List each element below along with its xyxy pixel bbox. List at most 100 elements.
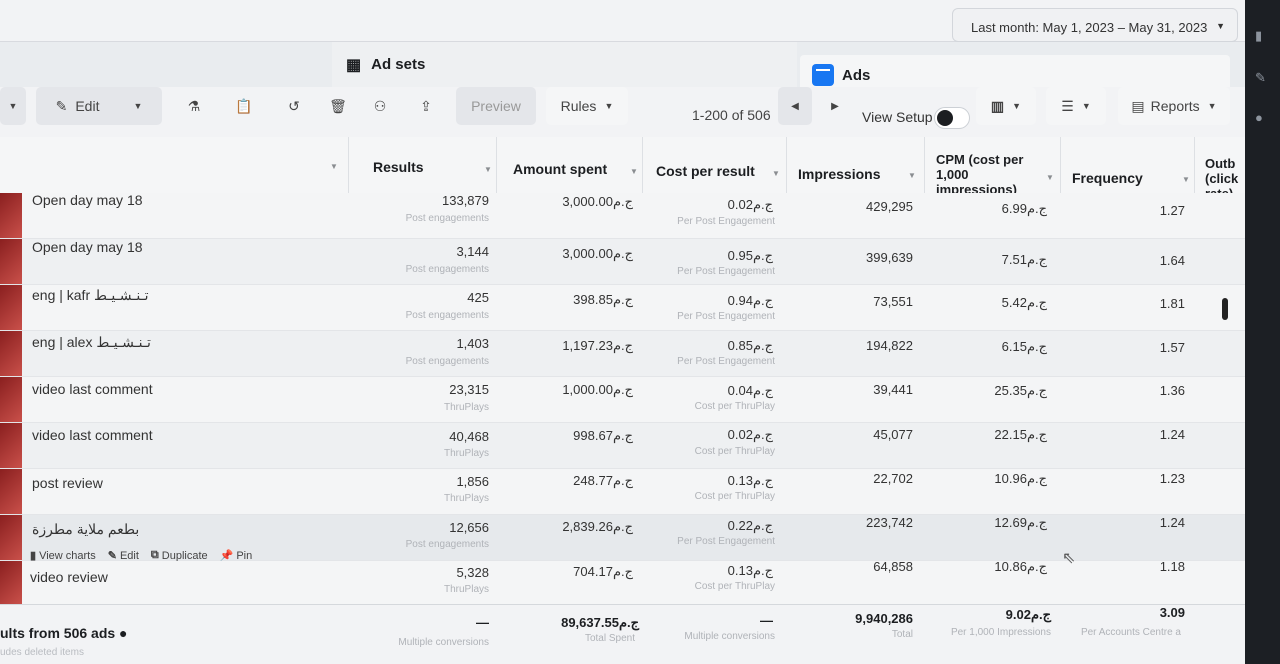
- frequency-value: 1.24: [1159, 427, 1185, 442]
- chevron-down-icon: ▼: [133, 101, 143, 111]
- info-icon[interactable]: ●: [1255, 110, 1263, 125]
- chevron-down-icon: ▼: [604, 101, 614, 111]
- impressions-value: 194,822: [866, 338, 913, 353]
- ad-name[interactable]: video last comment: [32, 427, 153, 443]
- cost-per-result-type: Cost per ThruPlay: [694, 491, 775, 502]
- table-header: ▼ Results ▼ Amount spent ▼ Cost per resu…: [0, 137, 1245, 199]
- table-row[interactable]: Open day may 18 133,879 Post engagements…: [0, 192, 1245, 239]
- table-row[interactable]: Open day may 18 3,144 Post engagements 3…: [0, 239, 1245, 285]
- impressions-value: 22,702: [873, 471, 913, 486]
- ad-name[interactable]: post review: [32, 475, 103, 491]
- column-frequency[interactable]: Frequency: [1072, 170, 1143, 186]
- results-type: ThruPlays: [443, 402, 489, 413]
- prev-page-button[interactable]: ◀: [778, 87, 812, 125]
- next-page-button[interactable]: ▶: [818, 87, 852, 125]
- amount-spent-value: 704.17ج.م: [573, 564, 633, 579]
- column-cpm[interactable]: CPM (cost per 1,000 impressions): [936, 152, 1023, 197]
- table-row[interactable]: بطعم ملاية مطرزة ▮ View charts ✎ Edit ⧉ Dup…: [0, 515, 1245, 562]
- totals-title: ults from 506 ads ●: [0, 625, 128, 641]
- amount-spent-value: 1,000.00ج.م: [562, 382, 633, 397]
- column-outbound-line-1: Outb: [1205, 156, 1236, 171]
- chevron-left-icon: ◀: [791, 100, 799, 112]
- vertical-scrollbar[interactable]: [1222, 298, 1228, 320]
- table-row[interactable]: post review 1,856 ThruPlays 248.77ج.م 0.…: [0, 469, 1245, 515]
- ad-name[interactable]: eng | alex تـنـشـيـط: [32, 334, 151, 351]
- breakdown-icon: ☰: [1061, 97, 1074, 114]
- cpm-value: 5.42ج.م: [1001, 295, 1047, 310]
- date-range-label: Last month: May 1, 2023 – May 31, 2023: [971, 20, 1208, 35]
- audience-button[interactable]: ⚇: [362, 87, 398, 125]
- ad-name[interactable]: بطعم ملاية مطرزة: [32, 521, 139, 538]
- ad-name[interactable]: Open day may 18: [32, 239, 143, 255]
- chevron-down-icon: ▼: [1012, 101, 1022, 111]
- toolbar: ▼ ✎ Edit ▼ ⚗ 📋 ↺ 🗑 ⚇ ⇪ Preview Rules ▼ 1…: [0, 87, 1245, 137]
- tab-ads-label: Ads: [842, 66, 871, 84]
- cost-per-result-type: Per Post Engagement: [677, 536, 775, 547]
- reports-button[interactable]: ▤ Reports ▼: [1118, 87, 1230, 125]
- edit-icon[interactable]: ✎: [1255, 70, 1266, 86]
- cost-per-result-type: Cost per ThruPlay: [694, 581, 775, 592]
- ad-name[interactable]: video last comment: [32, 381, 153, 397]
- ad-thumbnail: [0, 423, 22, 468]
- sort-icon[interactable]: ▼: [1182, 175, 1190, 184]
- ad-name[interactable]: Open day may 18: [32, 192, 143, 208]
- undo-button[interactable]: ↺: [276, 87, 312, 125]
- totals-results-label: Multiple conversions: [398, 637, 489, 648]
- frequency-value: 1.36: [1159, 383, 1185, 398]
- date-range-picker[interactable]: Last month: May 1, 2023 – May 31, 2023 ▼: [952, 8, 1238, 42]
- sort-icon[interactable]: ▼: [1046, 173, 1054, 182]
- ad-name[interactable]: video review: [30, 569, 108, 585]
- rules-button-label: Rules: [560, 98, 597, 114]
- cost-per-result-value: 0.02ج.م: [727, 427, 773, 442]
- impressions-value: 73,551: [873, 294, 913, 309]
- column-impressions[interactable]: Impressions: [798, 166, 880, 182]
- cost-per-result-type: Cost per ThruPlay: [694, 446, 775, 457]
- preview-button-label: Preview: [471, 98, 521, 114]
- ad-thumbnail: [0, 239, 22, 284]
- table-row[interactable]: eng | kafr تـنـشـيـط 425 Post engagement…: [0, 285, 1245, 331]
- column-cost-per-result[interactable]: Cost per result: [656, 163, 755, 179]
- breakdown-button[interactable]: ☰ ▼: [1046, 87, 1106, 125]
- chevron-down-icon: ▼: [1081, 101, 1091, 111]
- edit-button[interactable]: ✎ Edit ▼: [36, 87, 162, 125]
- cpm-value: 6.99ج.م: [1001, 201, 1047, 216]
- amount-spent-value: 1,197.23ج.م: [562, 338, 633, 353]
- preview-button[interactable]: Preview: [456, 87, 536, 125]
- ab-test-button[interactable]: ⚗: [176, 87, 212, 125]
- table-row[interactable]: eng | alex تـنـشـيـط 1,403 Post engageme…: [0, 331, 1245, 377]
- info-icon[interactable]: ●: [119, 625, 127, 641]
- sort-icon[interactable]: ▼: [484, 165, 492, 174]
- sort-icon[interactable]: ▼: [330, 162, 338, 171]
- column-amount-spent[interactable]: Amount spent: [513, 161, 607, 177]
- cpm-value: 6.15ج.م: [1001, 339, 1047, 354]
- sort-icon[interactable]: ▼: [908, 171, 916, 180]
- copy-button[interactable]: 📋: [226, 87, 262, 125]
- pin-label: Pin: [236, 549, 253, 562]
- totals-cpm-label: Per 1,000 Impressions: [950, 627, 1051, 638]
- amount-spent-value: 398.85ج.م: [573, 292, 633, 307]
- sort-icon[interactable]: ▼: [630, 167, 638, 176]
- tab-ad-sets[interactable]: ▦ Ad sets: [332, 42, 797, 87]
- columns-button[interactable]: ▥ ▼: [976, 87, 1036, 125]
- column-results[interactable]: Results: [373, 159, 424, 175]
- cost-per-result-value: 0.04ج.م: [727, 383, 773, 398]
- rules-button[interactable]: Rules ▼: [546, 87, 628, 125]
- ad-thumbnail: [0, 515, 22, 560]
- table-row[interactable]: video last comment 23,315 ThruPlays 1,00…: [0, 377, 1245, 423]
- export-button[interactable]: ⇪: [408, 87, 444, 125]
- ad-name[interactable]: eng | kafr تـنـشـيـط: [32, 287, 149, 304]
- frequency-value: 1.64: [1159, 253, 1185, 268]
- sort-icon[interactable]: ▼: [772, 169, 780, 178]
- column-cpm-line-2: 1,000: [936, 167, 969, 182]
- cpm-value: 10.96ج.م: [994, 471, 1047, 486]
- clipboard-icon: 📋: [235, 97, 253, 114]
- table-row[interactable]: video last comment 40,468 ThruPlays 998.…: [0, 423, 1245, 469]
- results-value: 425: [467, 290, 489, 305]
- table-row[interactable]: video review 5,328 ThruPlays 704.17ج.م 0…: [0, 559, 1245, 605]
- delete-button[interactable]: 🗑: [320, 87, 356, 125]
- results-value: 133,879: [442, 193, 489, 208]
- chart-icon[interactable]: ▮: [1255, 28, 1262, 44]
- results-type: ThruPlays: [443, 584, 489, 595]
- create-dropdown-button[interactable]: ▼: [0, 87, 26, 125]
- view-setup-toggle[interactable]: [934, 107, 970, 129]
